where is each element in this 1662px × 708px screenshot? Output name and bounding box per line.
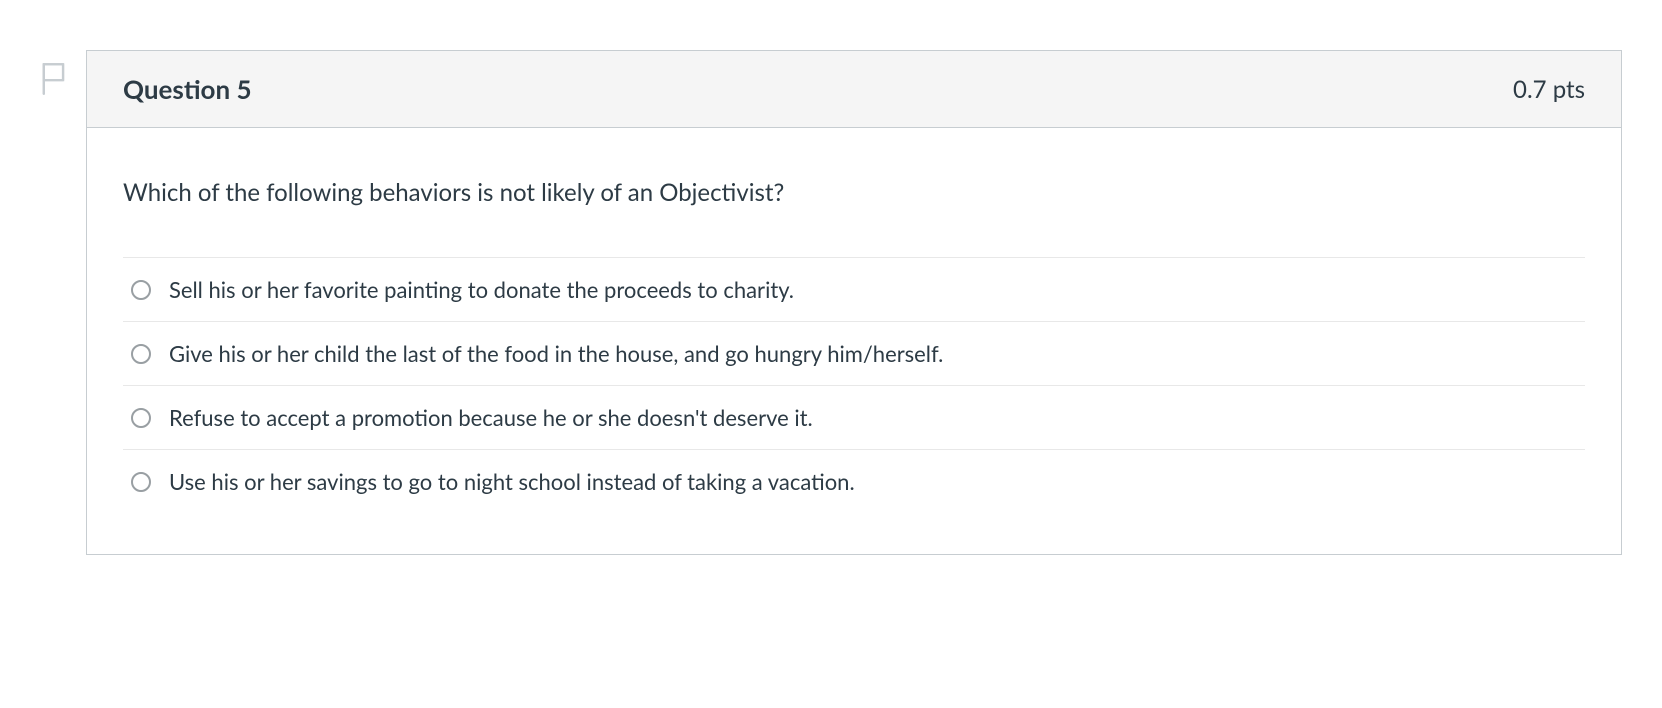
answer-text: Refuse to accept a promotion because he … xyxy=(169,404,813,431)
answer-option[interactable]: Refuse to accept a promotion because he … xyxy=(123,385,1585,449)
radio-icon xyxy=(131,344,151,364)
answer-list: Sell his or her favorite painting to don… xyxy=(123,257,1585,514)
answer-option[interactable]: Use his or her savings to go to night sc… xyxy=(123,449,1585,514)
radio-icon xyxy=(131,408,151,428)
answer-option[interactable]: Sell his or her favorite painting to don… xyxy=(123,257,1585,321)
answer-option[interactable]: Give his or her child the last of the fo… xyxy=(123,321,1585,385)
radio-icon xyxy=(131,472,151,492)
question-title: Question 5 xyxy=(123,73,252,105)
answer-text: Use his or her savings to go to night sc… xyxy=(169,468,855,495)
page-wrapper: Question 5 0.7 pts Which of the followin… xyxy=(40,50,1622,555)
question-header: Question 5 0.7 pts xyxy=(87,51,1621,128)
flag-icon[interactable] xyxy=(40,62,68,96)
question-points: 0.7 pts xyxy=(1513,75,1585,104)
answer-text: Give his or her child the last of the fo… xyxy=(169,340,943,367)
question-card: Question 5 0.7 pts Which of the followin… xyxy=(86,50,1622,555)
radio-icon xyxy=(131,280,151,300)
question-body: Which of the following behaviors is not … xyxy=(87,128,1621,554)
answer-text: Sell his or her favorite painting to don… xyxy=(169,276,794,303)
question-prompt: Which of the following behaviors is not … xyxy=(123,178,1585,207)
